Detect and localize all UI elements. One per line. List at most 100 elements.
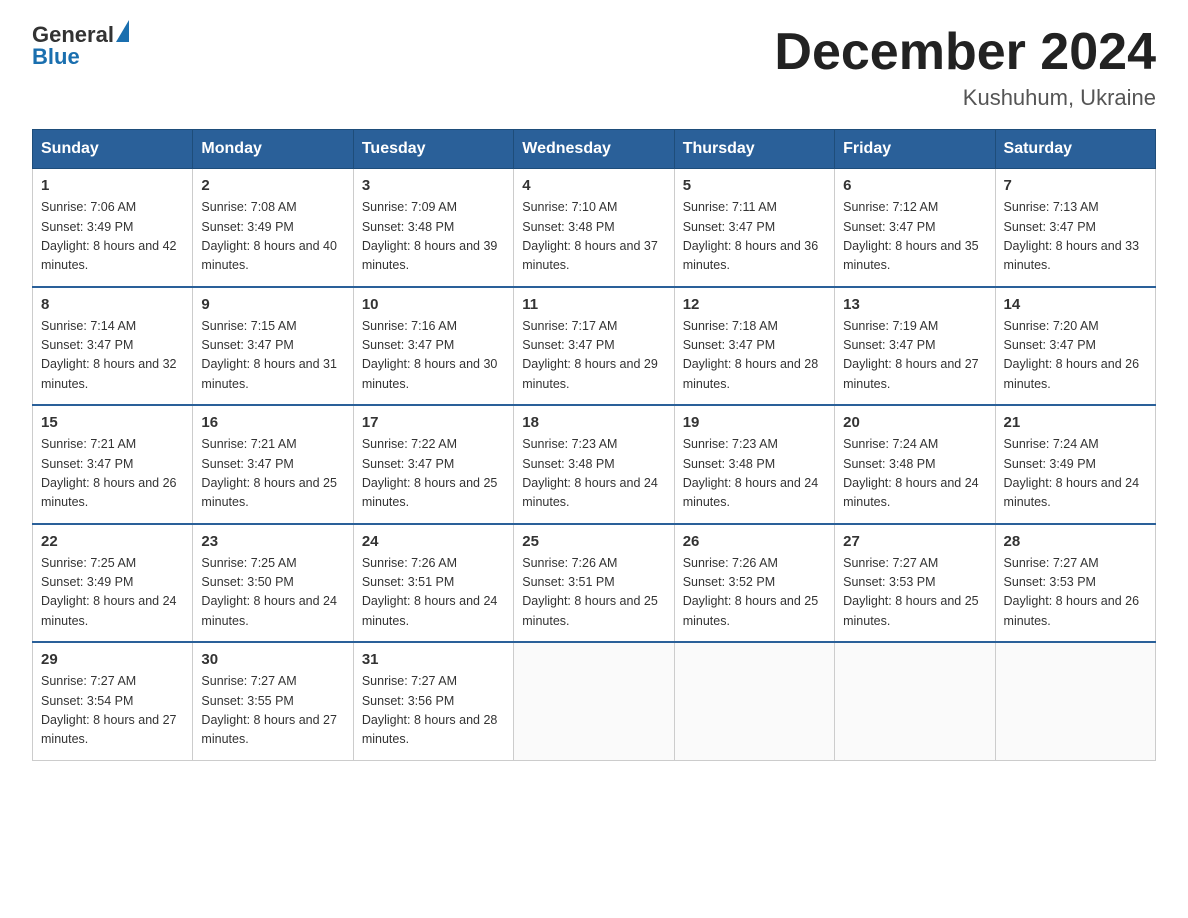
day-info: Sunrise: 7:24 AMSunset: 3:49 PMDaylight:… — [1004, 435, 1147, 513]
day-number: 30 — [201, 651, 344, 668]
table-row: 13 Sunrise: 7:19 AMSunset: 3:47 PMDayligh… — [835, 287, 995, 406]
day-number: 1 — [41, 177, 184, 194]
day-number: 6 — [843, 177, 986, 194]
day-number: 4 — [522, 177, 665, 194]
table-row: 21 Sunrise: 7:24 AMSunset: 3:49 PMDayligh… — [995, 405, 1155, 524]
header-saturday: Saturday — [995, 130, 1155, 169]
table-row: 18 Sunrise: 7:23 AMSunset: 3:48 PMDayligh… — [514, 405, 674, 524]
header-thursday: Thursday — [674, 130, 834, 169]
logo-general-text: General — [32, 24, 114, 46]
table-row: 22Sunrise: 7:25 AMSunset: 3:49 PMDayligh… — [33, 524, 193, 643]
table-row: 7 Sunrise: 7:13 AMSunset: 3:47 PMDaylight… — [995, 169, 1155, 287]
table-row — [514, 642, 674, 760]
page-header: General Blue December 2024 Kushuhum, Ukr… — [32, 24, 1156, 111]
day-info: Sunrise: 7:11 AMSunset: 3:47 PMDaylight:… — [683, 198, 826, 276]
table-row: 27 Sunrise: 7:27 AMSunset: 3:53 PMDayligh… — [835, 524, 995, 643]
day-number: 18 — [522, 414, 665, 431]
day-number: 15 — [41, 414, 184, 431]
day-info: Sunrise: 7:17 AMSunset: 3:47 PMDaylight:… — [522, 317, 665, 395]
table-row: 30 Sunrise: 7:27 AMSunset: 3:55 PMDayligh… — [193, 642, 353, 760]
day-info: Sunrise: 7:27 AMSunset: 3:54 PMDaylight:… — [41, 672, 184, 750]
day-number: 14 — [1004, 296, 1147, 313]
table-row: 6 Sunrise: 7:12 AMSunset: 3:47 PMDaylight… — [835, 169, 995, 287]
logo-triangle-icon — [116, 20, 129, 42]
location-title: Kushuhum, Ukraine — [774, 85, 1156, 111]
table-row: 24 Sunrise: 7:26 AMSunset: 3:51 PMDayligh… — [353, 524, 513, 643]
day-info: Sunrise: 7:16 AMSunset: 3:47 PMDaylight:… — [362, 317, 505, 395]
day-number: 28 — [1004, 533, 1147, 550]
day-number: 16 — [201, 414, 344, 431]
day-number: 24 — [362, 533, 505, 550]
calendar-week-row: 29 Sunrise: 7:27 AMSunset: 3:54 PMDayligh… — [33, 642, 1156, 760]
day-number: 21 — [1004, 414, 1147, 431]
day-number: 29 — [41, 651, 184, 668]
day-number: 26 — [683, 533, 826, 550]
day-number: 7 — [1004, 177, 1147, 194]
day-number: 13 — [843, 296, 986, 313]
table-row: 16Sunrise: 7:21 AMSunset: 3:47 PMDayligh… — [193, 405, 353, 524]
table-row: 19 Sunrise: 7:23 AMSunset: 3:48 PMDayligh… — [674, 405, 834, 524]
table-row: 29 Sunrise: 7:27 AMSunset: 3:54 PMDayligh… — [33, 642, 193, 760]
table-row: 23Sunrise: 7:25 AMSunset: 3:50 PMDayligh… — [193, 524, 353, 643]
table-row: 10 Sunrise: 7:16 AMSunset: 3:47 PMDayligh… — [353, 287, 513, 406]
month-title: December 2024 — [774, 24, 1156, 81]
header-wednesday: Wednesday — [514, 130, 674, 169]
header-monday: Monday — [193, 130, 353, 169]
table-row: 11 Sunrise: 7:17 AMSunset: 3:47 PMDayligh… — [514, 287, 674, 406]
calendar-title-area: December 2024 Kushuhum, Ukraine — [774, 24, 1156, 111]
day-info: Sunrise: 7:23 AMSunset: 3:48 PMDaylight:… — [683, 435, 826, 513]
day-info: Sunrise: 7:26 AMSunset: 3:51 PMDaylight:… — [362, 554, 505, 632]
day-number: 5 — [683, 177, 826, 194]
header-friday: Friday — [835, 130, 995, 169]
day-info: Sunrise: 7:09 AMSunset: 3:48 PMDaylight:… — [362, 198, 505, 276]
day-info: Sunrise: 7:18 AMSunset: 3:47 PMDaylight:… — [683, 317, 826, 395]
day-number: 11 — [522, 296, 665, 313]
table-row: 15 Sunrise: 7:21 AMSunset: 3:47 PMDayligh… — [33, 405, 193, 524]
day-number: 10 — [362, 296, 505, 313]
calendar-week-row: 8Sunrise: 7:14 AMSunset: 3:47 PMDaylight… — [33, 287, 1156, 406]
calendar-table: Sunday Monday Tuesday Wednesday Thursday… — [32, 129, 1156, 761]
day-info: Sunrise: 7:12 AMSunset: 3:47 PMDaylight:… — [843, 198, 986, 276]
day-info: Sunrise: 7:10 AMSunset: 3:48 PMDaylight:… — [522, 198, 665, 276]
calendar-week-row: 15 Sunrise: 7:21 AMSunset: 3:47 PMDayligh… — [33, 405, 1156, 524]
day-info: Sunrise: 7:24 AMSunset: 3:48 PMDaylight:… — [843, 435, 986, 513]
table-row: 14 Sunrise: 7:20 AMSunset: 3:47 PMDayligh… — [995, 287, 1155, 406]
table-row — [835, 642, 995, 760]
day-info: Sunrise: 7:23 AMSunset: 3:48 PMDaylight:… — [522, 435, 665, 513]
header-tuesday: Tuesday — [353, 130, 513, 169]
day-info: Sunrise: 7:22 AMSunset: 3:47 PMDaylight:… — [362, 435, 505, 513]
calendar-week-row: 1 Sunrise: 7:06 AMSunset: 3:49 PMDaylight… — [33, 169, 1156, 287]
day-info: Sunrise: 7:19 AMSunset: 3:47 PMDaylight:… — [843, 317, 986, 395]
table-row: 1 Sunrise: 7:06 AMSunset: 3:49 PMDaylight… — [33, 169, 193, 287]
table-row: 20 Sunrise: 7:24 AMSunset: 3:48 PMDayligh… — [835, 405, 995, 524]
day-info: Sunrise: 7:06 AMSunset: 3:49 PMDaylight:… — [41, 198, 184, 276]
weekday-header-row: Sunday Monday Tuesday Wednesday Thursday… — [33, 130, 1156, 169]
day-number: 3 — [362, 177, 505, 194]
table-row: 31 Sunrise: 7:27 AMSunset: 3:56 PMDayligh… — [353, 642, 513, 760]
day-number: 20 — [843, 414, 986, 431]
day-info: Sunrise: 7:27 AMSunset: 3:53 PMDaylight:… — [843, 554, 986, 632]
day-number: 31 — [362, 651, 505, 668]
day-info: Sunrise: 7:25 AMSunset: 3:49 PMDaylight:… — [41, 554, 184, 632]
table-row: 3 Sunrise: 7:09 AMSunset: 3:48 PMDaylight… — [353, 169, 513, 287]
day-number: 2 — [201, 177, 344, 194]
day-info: Sunrise: 7:20 AMSunset: 3:47 PMDaylight:… — [1004, 317, 1147, 395]
day-info: Sunrise: 7:15 AMSunset: 3:47 PMDaylight:… — [201, 317, 344, 395]
day-info: Sunrise: 7:26 AMSunset: 3:51 PMDaylight:… — [522, 554, 665, 632]
day-info: Sunrise: 7:27 AMSunset: 3:56 PMDaylight:… — [362, 672, 505, 750]
day-number: 8 — [41, 296, 184, 313]
day-info: Sunrise: 7:21 AMSunset: 3:47 PMDaylight:… — [41, 435, 184, 513]
day-info: Sunrise: 7:27 AMSunset: 3:53 PMDaylight:… — [1004, 554, 1147, 632]
table-row: 25Sunrise: 7:26 AMSunset: 3:51 PMDayligh… — [514, 524, 674, 643]
day-info: Sunrise: 7:13 AMSunset: 3:47 PMDaylight:… — [1004, 198, 1147, 276]
logo-blue-text: Blue — [32, 44, 80, 69]
day-number: 9 — [201, 296, 344, 313]
table-row: 9 Sunrise: 7:15 AMSunset: 3:47 PMDaylight… — [193, 287, 353, 406]
day-info: Sunrise: 7:27 AMSunset: 3:55 PMDaylight:… — [201, 672, 344, 750]
table-row: 12Sunrise: 7:18 AMSunset: 3:47 PMDayligh… — [674, 287, 834, 406]
day-number: 27 — [843, 533, 986, 550]
day-number: 19 — [683, 414, 826, 431]
table-row: 28 Sunrise: 7:27 AMSunset: 3:53 PMDayligh… — [995, 524, 1155, 643]
calendar-week-row: 22Sunrise: 7:25 AMSunset: 3:49 PMDayligh… — [33, 524, 1156, 643]
day-number: 17 — [362, 414, 505, 431]
